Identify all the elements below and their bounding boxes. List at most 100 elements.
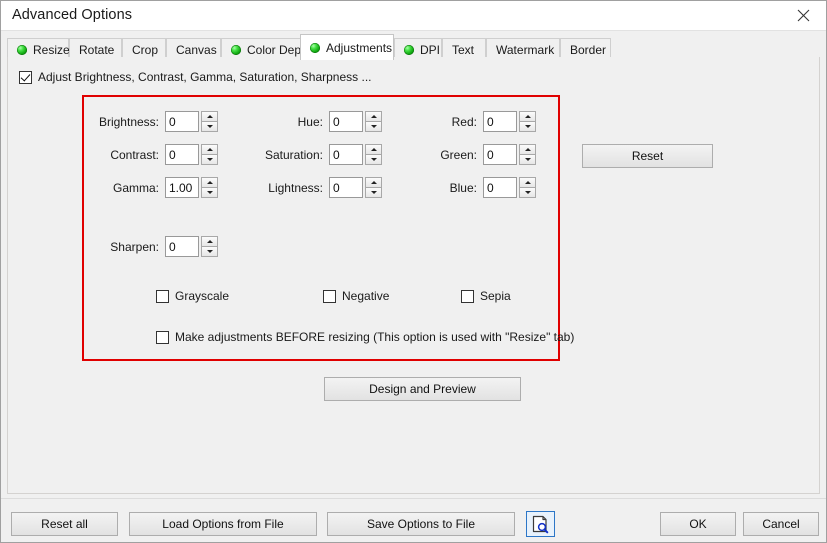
before-resize-checkbox[interactable] [156,330,169,344]
sharpen-field: Sharpen: [94,236,218,257]
lightness-increment-button[interactable] [365,177,382,188]
red-decrement-button[interactable] [519,122,536,132]
before-resize-row: Make adjustments BEFORE resizing (This o… [156,330,574,344]
load-options-button[interactable]: Load Options from File [129,512,317,536]
sharpen-input[interactable] [165,236,199,257]
reset-all-button[interactable]: Reset all [11,512,118,536]
tab-label: Canvas [176,42,217,57]
saturation-decrement-button[interactable] [365,155,382,165]
red-increment-button[interactable] [519,111,536,122]
red-input[interactable] [483,111,517,132]
negative-label: Negative [342,289,390,303]
gamma-input[interactable] [165,177,199,198]
green-increment-button[interactable] [519,144,536,155]
saturation-field: Saturation: [257,144,382,165]
tab-label: Rotate [79,42,115,57]
status-led-icon [310,42,320,53]
lightness-input[interactable] [329,177,363,198]
save-options-button[interactable]: Save Options to File [327,512,515,536]
caret-down-icon [524,158,531,161]
saturation-increment-button[interactable] [365,144,382,155]
brightness-decrement-button[interactable] [201,122,218,132]
hue-input[interactable] [329,111,363,132]
gamma-spinbox [165,177,218,198]
saturation-spin-buttons [365,144,382,165]
tab-adjustments[interactable]: Adjustments [300,34,394,60]
adjust-enable-label: Adjust Brightness, Contrast, Gamma, Satu… [38,70,372,84]
preview-file-button[interactable] [526,511,555,537]
caret-up-icon [524,115,531,118]
red-spin-buttons [519,111,536,132]
brightness-spinbox [165,111,218,132]
gamma-field: Gamma: [94,177,218,198]
red-field: Red: [415,111,536,132]
saturation-label: Saturation: [264,147,323,162]
lightness-decrement-button[interactable] [365,188,382,198]
hue-decrement-button[interactable] [365,122,382,132]
caret-down-icon [206,158,213,161]
green-spinbox [483,144,536,165]
blue-decrement-button[interactable] [519,188,536,198]
tab-strip: Resize Rotate Crop Canvas Color Depth Ad… [1,31,826,60]
sepia-row: Sepia [461,289,511,303]
contrast-spin-buttons [201,144,218,165]
lightness-label: Lightness: [268,180,323,195]
design-and-preview-button[interactable]: Design and Preview [324,377,521,401]
green-decrement-button[interactable] [519,155,536,165]
adjust-enable-checkbox[interactable] [19,70,32,84]
contrast-increment-button[interactable] [201,144,218,155]
grayscale-checkbox[interactable] [156,289,169,303]
negative-checkbox[interactable] [323,289,336,303]
contrast-field: Contrast: [94,144,218,165]
caret-up-icon [370,181,377,184]
sepia-checkbox[interactable] [461,289,474,303]
reset-button[interactable]: Reset [582,144,713,168]
caret-down-icon [524,125,531,128]
blue-spinbox [483,177,536,198]
caret-down-icon [206,125,213,128]
blue-input[interactable] [483,177,517,198]
hue-label: Hue: [297,114,323,129]
red-spinbox [483,111,536,132]
green-input[interactable] [483,144,517,165]
cancel-button[interactable]: Cancel [743,512,819,536]
brightness-increment-button[interactable] [201,111,218,122]
lightness-field: Lightness: [257,177,382,198]
title-bar: Advanced Options [1,1,826,31]
contrast-input[interactable] [165,144,199,165]
contrast-decrement-button[interactable] [201,155,218,165]
gamma-label: Gamma: [112,180,159,195]
blue-field: Blue: [415,177,536,198]
caret-down-icon [370,191,377,194]
gamma-spin-buttons [201,177,218,198]
saturation-input[interactable] [329,144,363,165]
caret-up-icon [206,181,213,184]
sharpen-increment-button[interactable] [201,236,218,247]
status-led-icon [231,44,241,55]
adjustments-tab-panel: Adjust Brightness, Contrast, Gamma, Satu… [7,57,820,494]
sharpen-spinbox [165,236,218,257]
brightness-field: Brightness: [94,111,218,132]
hue-increment-button[interactable] [365,111,382,122]
gamma-increment-button[interactable] [201,177,218,188]
lightness-spin-buttons [365,177,382,198]
green-label: Green: [440,147,477,162]
sharpen-decrement-button[interactable] [201,247,218,257]
sharpen-spin-buttons [201,236,218,257]
caret-up-icon [524,181,531,184]
brightness-input[interactable] [165,111,199,132]
caret-up-icon [206,148,213,151]
red-label: Red: [451,114,477,129]
lightness-spinbox [329,177,382,198]
tab-label: Border [570,42,607,57]
adjust-enable-row: Adjust Brightness, Contrast, Gamma, Satu… [19,70,372,84]
ok-button[interactable]: OK [660,512,736,536]
caret-up-icon [206,115,213,118]
caret-up-icon [524,148,531,151]
blue-increment-button[interactable] [519,177,536,188]
brightness-label: Brightness: [98,114,159,129]
saturation-spinbox [329,144,382,165]
close-button[interactable] [781,1,826,30]
gamma-decrement-button[interactable] [201,188,218,198]
tab-label: Resize [33,42,70,57]
